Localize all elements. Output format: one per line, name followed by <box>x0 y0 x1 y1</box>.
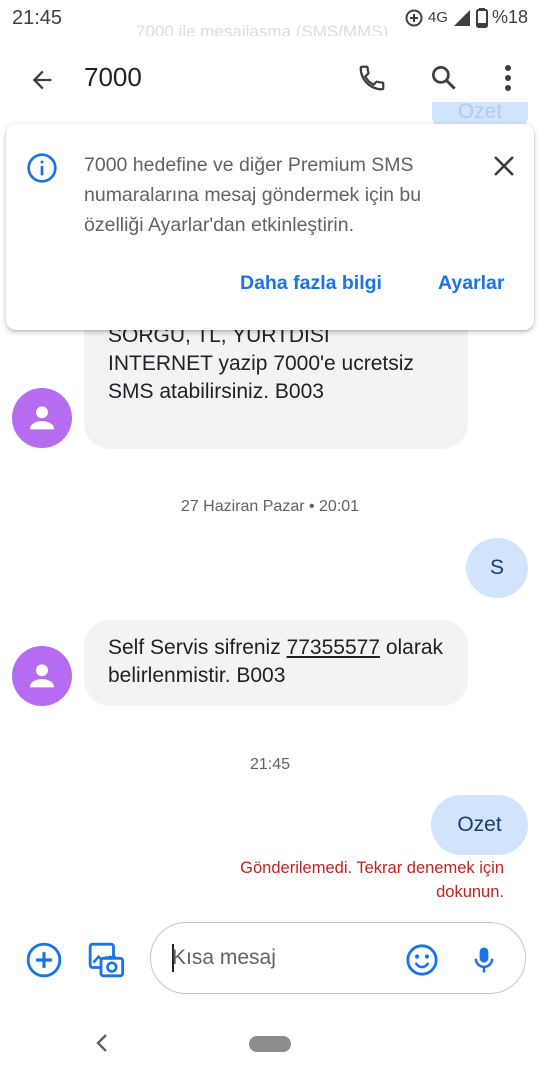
message-input-placeholder: Kısa mesaj <box>172 946 276 969</box>
dismiss-card-button[interactable] <box>484 146 524 186</box>
send-failed-status[interactable]: Gönderilemedi. Tekrar denemek için dokun… <box>184 856 504 904</box>
outgoing-message[interactable]: S <box>466 538 528 598</box>
more-vert-icon <box>505 65 511 91</box>
message-text-prefix: Self Servis sifreniz <box>108 636 287 659</box>
emoji-button[interactable] <box>402 938 442 982</box>
conversation-title: 7000 <box>84 62 142 92</box>
signal-icon <box>453 9 470 26</box>
outgoing-message[interactable]: Ozet <box>431 795 528 855</box>
status-bar: 21:45 4G %18 7000 ile mesajlaşma (SMS/MM… <box>0 0 540 41</box>
data-saver-icon <box>405 9 423 26</box>
gallery-button[interactable] <box>84 938 128 982</box>
date-separator: 27 Haziran Pazar • 20:01 <box>180 498 360 515</box>
image-camera-icon <box>88 942 125 978</box>
info-icon <box>27 153 57 183</box>
emoji-icon <box>406 944 438 976</box>
chevron-left-icon <box>96 1034 107 1052</box>
back-button[interactable] <box>22 60 62 100</box>
phone-icon <box>359 65 385 91</box>
battery-icon <box>475 7 488 28</box>
avatar[interactable] <box>12 646 72 706</box>
learn-more-link[interactable]: Daha fazla bilgi <box>240 272 382 295</box>
time-separator: 21:45 <box>249 756 291 773</box>
microphone-icon <box>474 947 494 973</box>
voice-input-button[interactable] <box>464 938 504 982</box>
password-code-link[interactable]: 77355577 <box>287 636 380 659</box>
nav-back-button[interactable] <box>94 1030 110 1061</box>
search-button[interactable] <box>424 58 464 98</box>
battery-percent: %18 <box>491 7 528 27</box>
person-icon <box>29 406 55 430</box>
person-icon <box>29 664 55 688</box>
settings-link[interactable]: Ayarlar <box>438 272 505 295</box>
add-circle-icon <box>26 942 62 978</box>
back-arrow-icon <box>32 70 52 90</box>
message-text: INTERNET yazip 7000'e ucretsiz SMS atabi… <box>108 352 414 403</box>
call-button[interactable] <box>352 58 392 98</box>
more-options-button[interactable] <box>488 58 528 98</box>
message-text: Ozet <box>457 813 502 836</box>
close-icon <box>494 156 514 176</box>
status-icons: 4G %18 <box>404 7 528 28</box>
avatar[interactable] <box>12 388 72 448</box>
status-time: 21:45 <box>12 7 63 29</box>
network-type: 4G <box>427 9 448 26</box>
add-attachment-button[interactable] <box>22 938 66 982</box>
incoming-message[interactable]: Self Servis sifreniz 77355577 olarak bel… <box>84 620 468 706</box>
premium-sms-info-card: 7000 hedefine ve diğer Premium SMS numar… <box>6 124 534 330</box>
nav-home-pill[interactable] <box>249 1036 291 1052</box>
message-text: S <box>489 556 504 579</box>
search-icon <box>432 66 456 90</box>
info-card-text: 7000 hedefine ve diğer Premium SMS numar… <box>84 154 422 236</box>
